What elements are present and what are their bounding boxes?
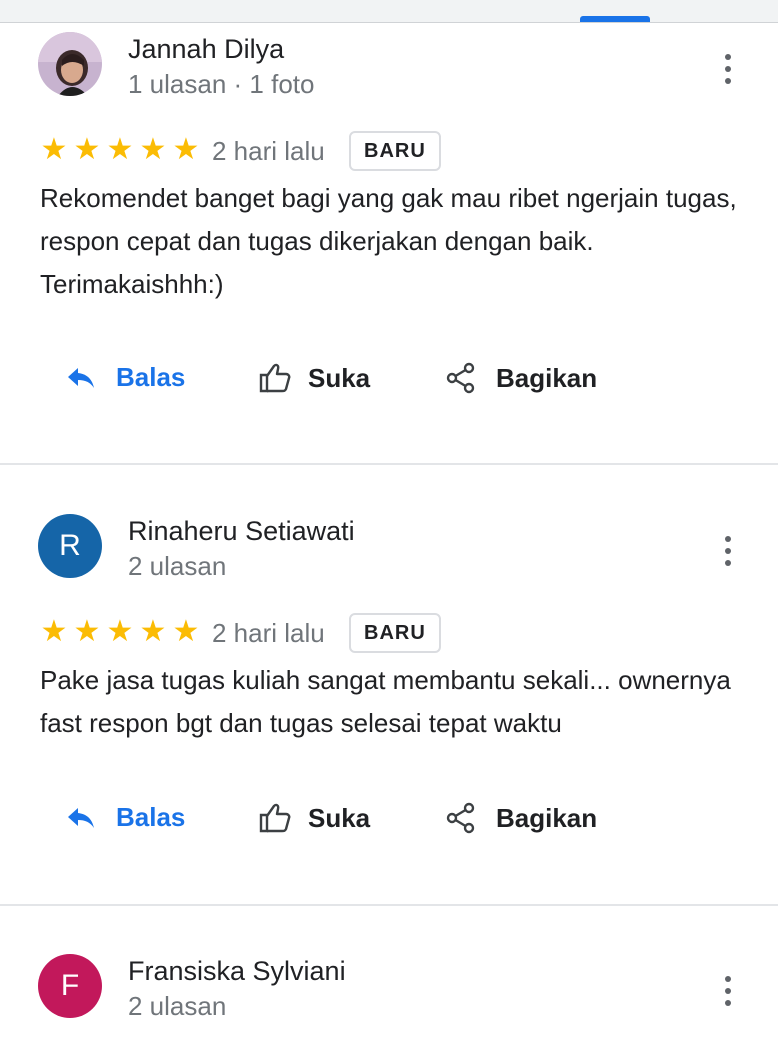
review-date: 2 hari lalu (212, 618, 325, 648)
star-icon: ★ (106, 133, 134, 166)
reply-button[interactable]: Balas (66, 362, 185, 393)
thumbs-up-icon (259, 363, 291, 393)
more-vert-icon[interactable] (716, 54, 740, 84)
like-label: Suka (308, 802, 371, 833)
more-vert-icon[interactable] (716, 976, 740, 1006)
star-icon: ★ (73, 133, 101, 166)
active-tab-indicator (580, 16, 650, 22)
new-badge: BARU (349, 131, 441, 171)
star-icon: ★ (106, 615, 134, 648)
reviewer-name[interactable]: Rinaheru Setiawati (128, 516, 355, 547)
avatar-photo (38, 32, 102, 96)
avatar[interactable] (38, 32, 102, 96)
like-button[interactable]: Suka (258, 802, 370, 834)
star-icon: ★ (172, 133, 200, 166)
reply-label: Balas (116, 362, 186, 392)
top-bar (0, 0, 778, 23)
review-text: Pake jasa tugas kuliah sangat membantu s… (40, 665, 731, 738)
review-text: Rekomendet banget bagi yang gak mau ribe… (40, 183, 737, 299)
thumbs-up-icon (259, 803, 291, 833)
star-icon: ★ (139, 615, 167, 648)
share-icon (446, 362, 475, 394)
share-button[interactable]: Bagikan (446, 802, 597, 834)
avatar[interactable]: F (38, 954, 102, 1018)
like-button[interactable]: Suka (258, 362, 370, 394)
reply-button[interactable]: Balas (66, 802, 185, 833)
share-button[interactable]: Bagikan (446, 362, 597, 394)
share-icon (446, 802, 475, 834)
reviewer-name[interactable]: Jannah Dilya (128, 34, 284, 65)
star-icon: ★ (73, 615, 101, 648)
star-icon: ★ (172, 615, 200, 648)
star-icon: ★ (139, 133, 167, 166)
reviewer-meta[interactable]: 2 ulasan (128, 991, 226, 1022)
like-label: Suka (308, 362, 371, 393)
reply-label: Balas (116, 802, 186, 832)
reply-arrow-icon (68, 367, 94, 388)
star-icon: ★ (40, 615, 68, 648)
reviewer-meta[interactable]: 1 ulasan · 1 foto (128, 69, 314, 100)
avatar-letter: F (60, 969, 80, 1002)
more-vert-icon[interactable] (716, 536, 740, 566)
avatar-letter: R (59, 529, 81, 562)
star-rating: ★ ★ ★ ★ ★ (38, 135, 202, 165)
avatar[interactable]: R (38, 514, 102, 578)
new-badge: BARU (349, 613, 441, 653)
share-label: Bagikan (496, 362, 598, 393)
share-label: Bagikan (496, 802, 598, 833)
reply-arrow-icon (68, 807, 94, 828)
reviewer-name[interactable]: Fransiska Sylviani (128, 956, 346, 987)
reviewer-meta[interactable]: 2 ulasan (128, 551, 226, 582)
divider (0, 463, 778, 465)
review-date: 2 hari lalu (212, 136, 325, 166)
star-icon: ★ (40, 133, 68, 166)
star-rating: ★ ★ ★ ★ ★ (38, 617, 202, 647)
divider (0, 904, 778, 906)
